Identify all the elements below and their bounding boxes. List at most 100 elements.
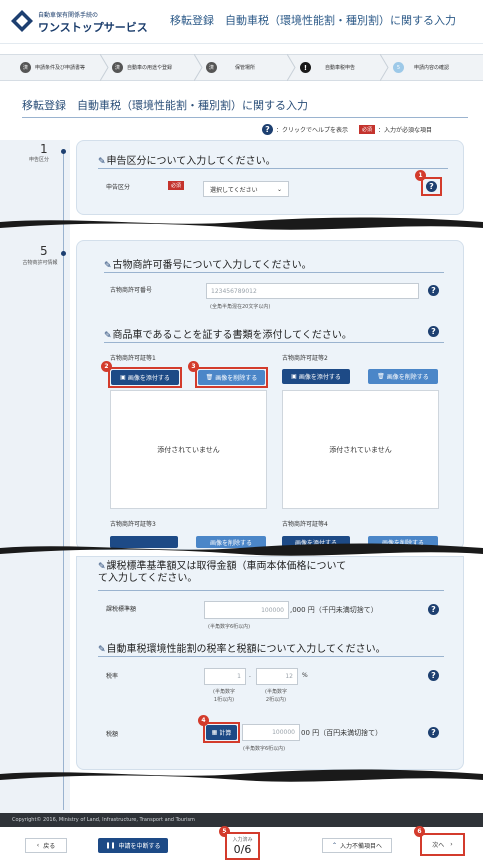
- button-label: 画像を削除する: [215, 375, 258, 382]
- heading-text: 申告区分について入力してください。: [106, 156, 276, 167]
- button-label: 画像を添付する: [127, 375, 170, 382]
- divider: [98, 590, 444, 591]
- highlight-frame: ▦ 計算: [203, 722, 240, 743]
- logo-subtitle: 自動車保有関係手続の: [38, 12, 99, 19]
- back-button[interactable]: ‹ 戻る: [25, 838, 67, 853]
- section-rail: [0, 140, 70, 820]
- button-label: 戻る: [43, 843, 56, 850]
- step-label: 申請条件及び申請書等: [35, 64, 86, 71]
- filing-type-select[interactable]: 選択してください ⌄: [203, 181, 289, 197]
- note-line: (半角数字: [213, 689, 235, 695]
- suspend-button[interactable]: ❚❚ 申請を中断する: [98, 838, 168, 853]
- trash-icon: 🗑: [377, 373, 385, 380]
- delete-image-button-1[interactable]: 🗑 画像を削除する: [198, 370, 265, 385]
- logo-icon: [11, 10, 33, 32]
- chevron-left-icon: ‹: [36, 842, 40, 849]
- attach-icon: ▣: [120, 374, 126, 381]
- field-note: (半角数字 1桁以内): [206, 688, 242, 704]
- chevron-right-icon: [380, 54, 389, 81]
- button-label: 入力不備項目へ: [340, 843, 383, 850]
- calculator-icon: ▦: [211, 729, 218, 736]
- required-badge: 必須: [168, 181, 185, 190]
- attach-icon: ▣: [291, 373, 297, 380]
- help-icon[interactable]: ?: [428, 326, 439, 337]
- section-label: 古物商許可情報: [22, 260, 58, 266]
- legend: ? ：クリックでヘルプを表示 必須 ：入力が必須な項目: [262, 124, 432, 135]
- select-value: 選択してください: [210, 186, 258, 194]
- chevron-right-icon: [194, 54, 203, 81]
- section-break: [0, 217, 483, 230]
- field-note: (半角数字 2桁以内): [258, 688, 294, 704]
- chevron-right-icon: [100, 54, 109, 81]
- rail-line: [63, 150, 64, 810]
- progress-value: 0/6: [233, 843, 252, 856]
- field-label: 古物商許可番号: [110, 287, 153, 294]
- page-header-title: 移転登録 自動車税（環境性能割・種別割）に関する入力: [170, 14, 456, 27]
- edit-icon: ✎: [98, 645, 106, 655]
- edit-icon: ✎: [104, 261, 112, 271]
- step-1: 済申請条件及び申請書等: [20, 54, 100, 81]
- help-icon[interactable]: ?: [428, 285, 439, 296]
- rate-decimal-input[interactable]: 12: [256, 668, 298, 685]
- calculate-button[interactable]: ▦ 計算: [206, 725, 237, 740]
- section-dot: [61, 251, 66, 256]
- attach-image-button-1[interactable]: ▣ 画像を添付する: [111, 370, 179, 385]
- step-label: 自動車税申告: [325, 64, 356, 71]
- button-label: 画像を削除する: [386, 374, 429, 381]
- button-label: 申請を中断する: [118, 843, 161, 850]
- divider: [104, 342, 444, 343]
- section-heading: ✎課税標準基準額又は取得金額（車両本体価格について て入力してください。: [98, 561, 438, 585]
- doc-label: 古物商許可証等1: [110, 355, 156, 362]
- chevron-right-icon: [287, 54, 296, 81]
- section-label: 申告区分: [28, 157, 49, 163]
- tax-base-input[interactable]: 100000: [204, 601, 289, 619]
- help-icon[interactable]: ?: [428, 670, 439, 681]
- help-icon: ?: [426, 181, 437, 192]
- help-icon[interactable]: ?: [428, 604, 439, 615]
- field-label: 課税標準額: [106, 606, 137, 613]
- legend-required-text: ：入力が必須な項目: [378, 127, 433, 134]
- field-note: (半角数字6桁以内): [243, 746, 286, 752]
- footer-copyright: Copyright© 2016, Ministry of Land, Infra…: [0, 813, 483, 827]
- highlight-frame: 🗑 画像を削除する: [195, 367, 268, 388]
- help-button[interactable]: ?: [421, 177, 442, 196]
- step-done-icon: 済: [20, 62, 31, 73]
- incomplete-items-button[interactable]: ⌃ 入力不備項目へ: [322, 838, 392, 853]
- heading-text: 自動車税環境性能割の税率と税額について入力してください。: [106, 644, 386, 655]
- legend-help-text: ：クリックでヘルプを表示: [276, 127, 349, 134]
- button-label: 計算: [219, 730, 232, 737]
- heading-text: 商品車であることを証する書類を添付してください。: [112, 330, 352, 341]
- trash-icon: 🗑: [205, 374, 214, 381]
- heading-text-2: て入力してください。: [98, 573, 198, 584]
- section-heading: ✎商品車であることを証する書類を添付してください。: [104, 326, 352, 341]
- permit-number-input[interactable]: 123456789012: [206, 283, 419, 299]
- rate-integer-input[interactable]: 1: [204, 668, 246, 685]
- divider: [22, 117, 468, 118]
- help-icon[interactable]: ?: [428, 727, 439, 738]
- section-dot: [61, 149, 66, 154]
- attach-image-button-2[interactable]: ▣ 画像を添付する: [282, 369, 350, 384]
- pause-icon: ❚❚: [105, 842, 116, 849]
- step-number-icon: 5: [393, 62, 404, 73]
- doc-label: 古物商許可証等3: [110, 521, 156, 528]
- section-number: 5: [40, 244, 48, 258]
- delete-image-button-2[interactable]: 🗑 画像を削除する: [368, 369, 438, 384]
- tax-amount-input[interactable]: 100000: [242, 724, 300, 741]
- divider: [104, 272, 444, 273]
- required-badge: 必須: [359, 125, 376, 134]
- heading-text: 課税標準基準額又は取得金額（車両本体価格について: [106, 561, 347, 572]
- section-number: 1: [40, 142, 48, 156]
- chevron-right-icon: ›: [450, 841, 453, 848]
- chevron-down-icon: ⌄: [276, 185, 282, 193]
- chevron-up-icon: ⌃: [331, 842, 337, 849]
- logo-title: ワンストップサービス: [38, 21, 148, 34]
- next-button[interactable]: 次へ ›: [423, 836, 462, 853]
- step-label: 申請内容の確認: [414, 64, 450, 71]
- divider: [98, 168, 448, 169]
- section-heading: ✎古物商許可番号について入力してください。: [104, 256, 312, 271]
- alert-icon: !: [300, 62, 311, 73]
- form-title: 移転登録 自動車税（環境性能割・種別割）に関する入力: [22, 99, 308, 112]
- button-label: 画像を添付する: [298, 374, 341, 381]
- divider: [98, 656, 444, 657]
- edit-icon: ✎: [98, 157, 106, 167]
